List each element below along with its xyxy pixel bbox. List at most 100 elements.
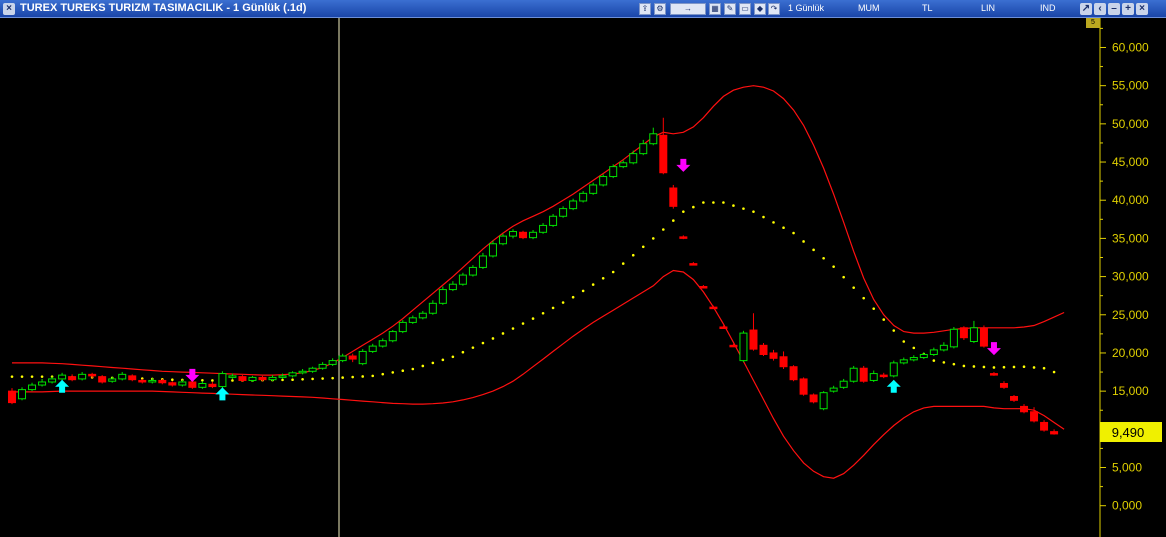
- close-icon[interactable]: ×: [3, 3, 15, 15]
- currency-selector[interactable]: TL: [922, 3, 933, 13]
- candle-body: [719, 326, 728, 329]
- candle-body: [318, 363, 327, 369]
- candle-body: [328, 360, 337, 365]
- diamond-icon[interactable]: ◆: [754, 3, 766, 15]
- candle-body: [168, 382, 177, 386]
- sar-dot: [1002, 365, 1006, 369]
- candle-body: [1050, 431, 1059, 435]
- sar-dot: [621, 262, 625, 265]
- y-tick-label: 55,000: [1112, 79, 1149, 93]
- candle-body: [559, 208, 568, 217]
- sar-dot: [521, 322, 525, 325]
- sar-dot: [742, 207, 745, 210]
- candle-body: [358, 350, 367, 365]
- sar-dot: [702, 201, 705, 204]
- indicator-selector[interactable]: IND: [1040, 3, 1056, 13]
- price-chart[interactable]: 60,00055,00050,00045,00040,00035,00030,0…: [0, 18, 1166, 537]
- candle-body: [18, 389, 27, 400]
- period-selector[interactable]: 1 Günlük: [788, 3, 824, 13]
- candle-body: [609, 166, 618, 178]
- sar-dot: [231, 379, 234, 382]
- candle-body: [769, 352, 778, 359]
- pencil-icon[interactable]: ✎: [724, 3, 736, 15]
- sar-dot: [551, 306, 555, 310]
- sar-dot: [942, 361, 946, 364]
- candle-body: [929, 349, 938, 355]
- candle-body: [529, 231, 538, 239]
- candle-body: [158, 379, 167, 384]
- candle-body: [368, 345, 377, 352]
- candle-body: [729, 344, 738, 348]
- candle-body: [799, 378, 808, 395]
- window-icon[interactable]: ▭: [739, 3, 751, 15]
- candle-body: [348, 355, 357, 360]
- pin-icon[interactable]: ↗: [1080, 3, 1092, 15]
- sar-dot: [211, 379, 214, 382]
- settings-icon[interactable]: ⚙: [654, 3, 666, 15]
- candle-body: [48, 378, 57, 383]
- sar-dot: [541, 311, 545, 315]
- candle-body: [208, 383, 217, 388]
- candle-body: [829, 387, 838, 392]
- candle-body: [979, 328, 988, 347]
- sar-dot: [481, 341, 485, 345]
- sar-dot: [682, 210, 685, 213]
- candle-body: [488, 243, 497, 257]
- candle-body: [78, 373, 87, 380]
- candle-body: [398, 321, 407, 333]
- sar-dot: [341, 376, 344, 379]
- export-icon[interactable]: ⇪: [639, 3, 651, 15]
- candle-body: [338, 355, 347, 362]
- candle-body: [709, 306, 718, 310]
- table-icon[interactable]: ▦: [709, 3, 721, 15]
- sar-dot: [30, 375, 34, 378]
- candle-body: [839, 380, 848, 388]
- candle-body: [819, 392, 828, 410]
- sar-dot: [962, 364, 966, 368]
- sell-arrow-icon: [676, 158, 691, 172]
- candle-body: [509, 231, 517, 237]
- sar-dot: [201, 378, 204, 382]
- last-price-label: 9,490: [1112, 425, 1145, 440]
- candle-body: [849, 367, 858, 382]
- upper-band: [12, 85, 1065, 376]
- sar-dot: [171, 378, 174, 381]
- candle-body: [1020, 405, 1029, 413]
- arrow-curve-icon[interactable]: ↷: [768, 3, 780, 15]
- candle-body: [579, 192, 588, 202]
- sar-dot: [301, 378, 304, 381]
- chart-style-selector[interactable]: MUM: [858, 3, 880, 13]
- candle-body: [438, 289, 447, 304]
- sar-dot: [531, 317, 535, 320]
- candle-body: [458, 274, 467, 285]
- sar-dot: [1032, 366, 1036, 369]
- sar-dot: [291, 378, 294, 381]
- y-tick-label: 30,000: [1112, 270, 1149, 284]
- candle-body: [468, 266, 477, 276]
- sar-dot: [571, 295, 575, 299]
- scale-selector[interactable]: LIN: [981, 3, 995, 13]
- forward-icon[interactable]: →: [670, 3, 706, 15]
- sar-dot: [932, 359, 936, 362]
- sar-dot: [712, 201, 715, 204]
- sar-dot: [331, 376, 334, 380]
- y-tick-label: 25,000: [1112, 308, 1149, 322]
- window-close-icon[interactable]: ×: [1136, 3, 1148, 15]
- sar-dot: [752, 210, 755, 213]
- sar-dot: [381, 372, 385, 376]
- candle-body: [128, 375, 137, 381]
- sar-dot: [471, 346, 475, 349]
- sar-dot: [832, 265, 835, 268]
- restore-icon[interactable]: ‹: [1094, 3, 1106, 15]
- candle-body: [418, 312, 427, 319]
- sar-dot: [20, 375, 24, 378]
- maximize-icon[interactable]: +: [1122, 3, 1134, 15]
- candle-body: [779, 356, 788, 368]
- sar-dot: [1052, 370, 1056, 374]
- candle-body: [188, 381, 197, 388]
- y-tick-label: 50,000: [1112, 117, 1149, 131]
- sell-arrow-icon: [185, 368, 200, 382]
- sar-dot: [421, 364, 425, 368]
- minimize-icon[interactable]: –: [1108, 3, 1120, 15]
- candle-body: [268, 376, 277, 381]
